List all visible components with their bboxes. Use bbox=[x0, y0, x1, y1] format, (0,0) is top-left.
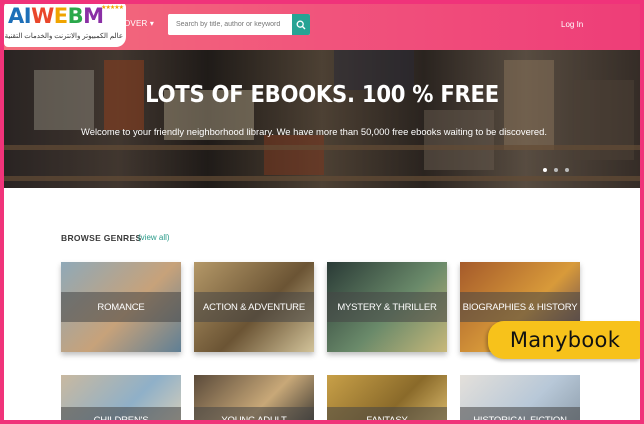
genre-label: HISTORICAL FICTION bbox=[473, 415, 567, 424]
genre-label: YOUNG ADULT bbox=[221, 415, 287, 424]
browse-genres-heading: BROWSE GENRES bbox=[61, 233, 142, 243]
genre-tile-romance[interactable]: ROMANCE bbox=[61, 262, 181, 352]
genre-tile-fantasy[interactable]: FANTASY bbox=[327, 375, 447, 424]
logo-subtitle: عالم الكمبيوتر والانترنت والخدمات التقني… bbox=[4, 33, 123, 40]
genre-tile-action-adventure[interactable]: ACTION & ADVENTURE bbox=[194, 262, 314, 352]
search-button[interactable] bbox=[292, 14, 310, 35]
view-all-genres-link[interactable]: (view all) bbox=[138, 233, 170, 242]
genre-tile-mystery-thriller[interactable]: MYSTERY & THRILLER bbox=[327, 262, 447, 352]
genre-label: CHILDREN'S bbox=[93, 415, 149, 424]
genre-label: ROMANCE bbox=[97, 302, 145, 313]
genre-label: ACTION & ADVENTURE bbox=[203, 302, 305, 313]
search-icon bbox=[296, 20, 306, 29]
carousel-dot[interactable] bbox=[543, 168, 547, 172]
badge-label: Manybook bbox=[509, 328, 621, 352]
search-bar[interactable] bbox=[168, 14, 310, 35]
genre-tile-young-adult[interactable]: YOUNG ADULT bbox=[194, 375, 314, 424]
genre-label: BIOGRAPHIES & HISTORY bbox=[462, 302, 578, 313]
genre-tile-historical-fiction[interactable]: HISTORICAL FICTION bbox=[460, 375, 580, 424]
genre-tile-childrens[interactable]: CHILDREN'S bbox=[61, 375, 181, 424]
carousel-dots bbox=[543, 168, 569, 172]
hero-title: LOTS OF EBOOKS. 100 % FREE bbox=[145, 82, 499, 108]
hero-subtitle: Welcome to your friendly neighborhood li… bbox=[81, 126, 547, 137]
genre-label: FANTASY bbox=[366, 415, 408, 424]
carousel-dot[interactable] bbox=[565, 168, 569, 172]
manybook-badge: Manybook bbox=[488, 321, 642, 359]
genre-label: MYSTERY & THRILLER bbox=[337, 302, 437, 313]
login-link[interactable]: Log In bbox=[561, 20, 583, 29]
site-logo[interactable]: AIWEBM ★★★★★ عالم الكمبيوتر والانترنت وا… bbox=[4, 3, 126, 47]
discover-menu[interactable]: OVER ▾ bbox=[124, 19, 154, 28]
logo-wordmark: AIWEBM bbox=[8, 4, 104, 28]
hero-banner: LOTS OF EBOOKS. 100 % FREE Welcome to yo… bbox=[4, 50, 640, 188]
carousel-dot[interactable] bbox=[554, 168, 558, 172]
search-input[interactable] bbox=[168, 14, 292, 35]
logo-stars: ★★★★★ bbox=[101, 5, 124, 11]
